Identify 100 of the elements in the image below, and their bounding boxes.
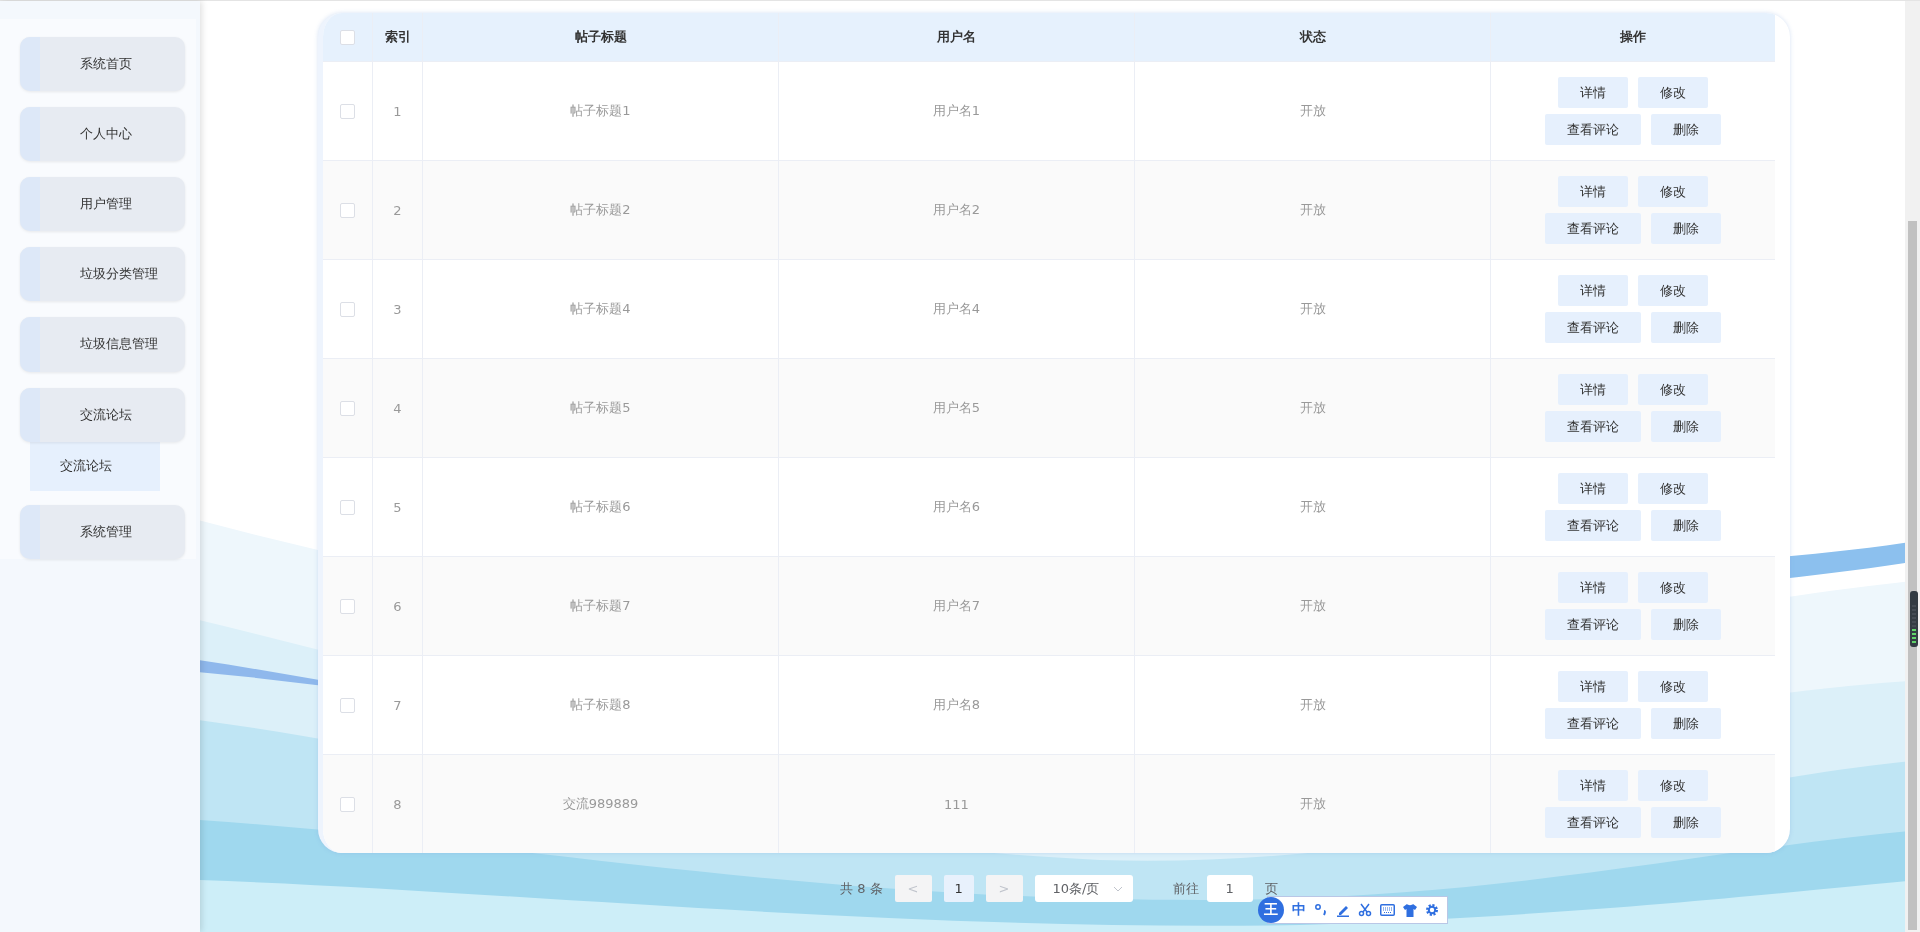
action-button[interactable]: 查看评论	[1545, 807, 1641, 838]
table-cell: 帖子标题5	[570, 399, 631, 417]
chevron-down-icon	[1112, 885, 1123, 892]
action-button[interactable]: 删除	[1651, 312, 1721, 343]
table-cell: 帖子标题7	[570, 597, 631, 615]
action-button[interactable]: 查看评论	[1545, 114, 1641, 145]
action-button[interactable]: 删除	[1651, 708, 1721, 739]
action-button[interactable]: 删除	[1651, 213, 1721, 244]
table-cell: 用户名5	[932, 399, 981, 417]
row-checkbox[interactable]	[340, 103, 355, 119]
page-size-select[interactable]: 10条/页	[1034, 875, 1133, 902]
column-header: 用户名	[937, 28, 976, 46]
menu-item[interactable]: 系统首页	[20, 37, 185, 92]
action-button[interactable]: 详情	[1558, 473, 1628, 504]
action-button[interactable]: 详情	[1558, 671, 1628, 702]
table-cell: 帖子标题6	[570, 498, 631, 516]
action-button[interactable]: 详情	[1558, 572, 1628, 603]
menu-item[interactable]: 系统管理	[20, 504, 185, 559]
scissors-icon[interactable]	[1358, 903, 1372, 917]
action-button[interactable]: 查看评论	[1545, 510, 1641, 541]
action-button[interactable]: 修改	[1638, 572, 1708, 603]
page-number[interactable]: 1	[943, 875, 974, 902]
table-cell: 5	[393, 499, 402, 515]
table-cell: 2	[393, 202, 402, 218]
input-mode-toggle[interactable]: 中	[1292, 901, 1306, 919]
table-cell: 开放	[1299, 597, 1326, 615]
table-cell: 开放	[1299, 201, 1326, 219]
action-button[interactable]: 详情	[1558, 770, 1628, 801]
menu-item[interactable]: 个人中心	[20, 107, 185, 162]
punctuation-icon[interactable]	[1314, 903, 1328, 917]
table-cell: 开放	[1299, 300, 1326, 318]
table-cell: 用户名6	[932, 498, 981, 516]
column-header: 操作	[1620, 28, 1646, 46]
table-cell: 开放	[1299, 399, 1326, 417]
menu-item[interactable]: 垃圾信息管理	[20, 317, 185, 372]
action-button[interactable]: 删除	[1651, 807, 1721, 838]
action-button[interactable]: 删除	[1651, 114, 1721, 145]
table-cell: 帖子标题2	[570, 201, 631, 219]
settings-icon[interactable]	[1425, 903, 1439, 917]
column-header: 帖子标题	[574, 28, 627, 46]
action-button[interactable]: 删除	[1651, 411, 1721, 442]
column-header: 索引	[384, 28, 411, 46]
action-button[interactable]: 修改	[1638, 176, 1708, 207]
total-count: 共 8 条	[840, 879, 883, 898]
action-button[interactable]: 详情	[1558, 77, 1628, 108]
row-checkbox[interactable]	[340, 796, 355, 812]
keyboard-icon[interactable]	[1380, 904, 1395, 916]
row-checkbox[interactable]	[340, 499, 355, 515]
action-button[interactable]: 删除	[1651, 510, 1721, 541]
submenu-item[interactable]: 交流论坛	[30, 441, 160, 491]
action-button[interactable]: 修改	[1638, 374, 1708, 405]
action-button[interactable]: 修改	[1638, 770, 1708, 801]
action-button[interactable]: 删除	[1651, 609, 1721, 640]
row-checkbox[interactable]	[340, 697, 355, 713]
menu-item[interactable]: 用户管理	[20, 177, 185, 232]
column-header: 状态	[1299, 28, 1326, 46]
menu-item[interactable]: 交流论坛	[20, 387, 185, 442]
goto-suffix: 页	[1264, 879, 1278, 898]
action-button[interactable]: 详情	[1558, 275, 1628, 306]
table-cell: 111	[944, 796, 969, 812]
action-button[interactable]: 查看评论	[1545, 213, 1641, 244]
row-checkbox[interactable]	[340, 301, 355, 317]
table-cell: 3	[393, 301, 402, 317]
table-cell: 开放	[1299, 696, 1326, 714]
action-button[interactable]: 查看评论	[1545, 609, 1641, 640]
table-cell: 7	[393, 697, 402, 713]
table-cell: 开放	[1299, 795, 1326, 813]
level-meter-icon	[1910, 591, 1918, 647]
table-cell: 1	[393, 103, 402, 119]
select-all-checkbox[interactable]	[340, 29, 355, 45]
action-button[interactable]: 修改	[1638, 275, 1708, 306]
table-cell: 用户名7	[932, 597, 981, 615]
table-cell: 8	[393, 796, 402, 812]
action-button[interactable]: 修改	[1638, 671, 1708, 702]
action-button[interactable]: 修改	[1638, 473, 1708, 504]
row-checkbox[interactable]	[340, 400, 355, 416]
menu-item[interactable]: 垃圾分类管理	[20, 247, 185, 302]
ime-logo[interactable]: 王	[1258, 897, 1284, 923]
table-cell: 帖子标题4	[570, 300, 631, 318]
table-cell: 开放	[1299, 102, 1326, 120]
action-button[interactable]: 详情	[1558, 374, 1628, 405]
action-button[interactable]: 查看评论	[1545, 312, 1641, 343]
table-cell: 开放	[1299, 498, 1326, 516]
scrollbar-thumb[interactable]	[1908, 221, 1917, 930]
pen-icon[interactable]	[1336, 903, 1350, 917]
action-button[interactable]: 详情	[1558, 176, 1628, 207]
table-cell: 用户名2	[932, 201, 981, 219]
row-checkbox[interactable]	[340, 202, 355, 218]
table-cell: 6	[393, 598, 402, 614]
table-cell: 帖子标题8	[570, 696, 631, 714]
goto-page-field[interactable]: 1	[1206, 875, 1253, 902]
row-checkbox[interactable]	[340, 598, 355, 614]
table-cell: 用户名4	[932, 300, 981, 318]
table-cell: 4	[393, 400, 402, 416]
table-cell: 用户名1	[932, 102, 981, 120]
table-cell: 交流989889	[562, 795, 639, 813]
action-button[interactable]: 查看评论	[1545, 708, 1641, 739]
shirt-icon[interactable]	[1403, 903, 1417, 917]
action-button[interactable]: 修改	[1638, 77, 1708, 108]
action-button[interactable]: 查看评论	[1545, 411, 1641, 442]
